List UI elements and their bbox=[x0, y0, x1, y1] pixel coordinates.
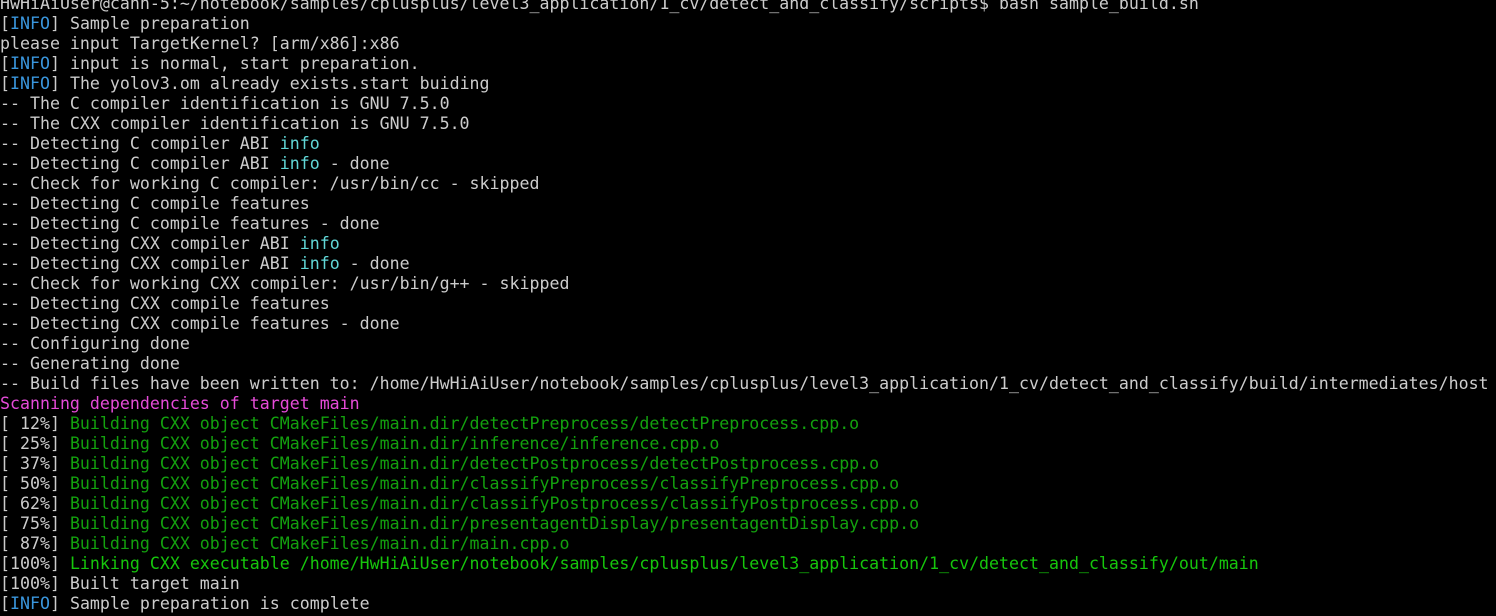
terminal-line: -- Generating done bbox=[0, 354, 1496, 374]
terminal-text-segment: -- The C compiler identification is GNU … bbox=[0, 94, 450, 113]
terminal-line: [ 37%] Building CXX object CMakeFiles/ma… bbox=[0, 454, 1496, 474]
terminal-line: HwHiAiUser@cann-5:~/notebook/samples/cpl… bbox=[0, 0, 1496, 14]
terminal-text-segment: [ 25%] bbox=[0, 434, 70, 453]
terminal-text-segment: -- Detecting CXX compile features bbox=[0, 294, 330, 313]
terminal-text-segment: info bbox=[279, 134, 320, 153]
terminal-text-segment: [ bbox=[0, 594, 10, 613]
terminal-text-segment: -- Detecting C compile features - done bbox=[0, 214, 380, 233]
terminal-text-segment: INFO bbox=[10, 594, 50, 613]
terminal-text-segment: info bbox=[299, 254, 340, 273]
terminal-text-segment: Building CXX object CMakeFiles/main.dir/… bbox=[69, 514, 920, 533]
terminal-window[interactable]: HwHiAiUser@cann-5:~/notebook/samples/cpl… bbox=[0, 0, 1496, 616]
terminal-line: -- The CXX compiler identification is GN… bbox=[0, 114, 1496, 134]
terminal-text-segment: info bbox=[299, 234, 340, 253]
terminal-line: -- Detecting CXX compile features - done bbox=[0, 314, 1496, 334]
terminal-text-segment: ] Sample preparation bbox=[49, 14, 250, 33]
terminal-line: [INFO] Sample preparation is complete bbox=[0, 594, 1496, 614]
terminal-line: -- Detecting CXX compiler ABI info - don… bbox=[0, 254, 1496, 274]
terminal-line: [INFO] Sample preparation bbox=[0, 14, 1496, 34]
terminal-line: [INFO] input is normal, start preparatio… bbox=[0, 54, 1496, 74]
terminal-text-segment: [ bbox=[0, 14, 10, 33]
terminal-text-segment: [ 75%] bbox=[0, 514, 70, 533]
terminal-line: -- Detecting C compiler ABI info bbox=[0, 134, 1496, 154]
terminal-text-segment: - done bbox=[339, 254, 410, 273]
terminal-line: [ 87%] Building CXX object CMakeFiles/ma… bbox=[0, 534, 1496, 554]
terminal-text-segment: INFO bbox=[10, 14, 50, 33]
terminal-text-segment: Scanning dependencies of target main bbox=[0, 394, 360, 413]
terminal-text-segment: Linking CXX executable /home/HwHiAiUser/… bbox=[69, 554, 1259, 573]
terminal-text-segment: info bbox=[279, 154, 320, 173]
terminal-text-segment: Building CXX object CMakeFiles/main.dir/… bbox=[69, 434, 720, 453]
terminal-text-segment: Building CXX object CMakeFiles/main.dir/… bbox=[69, 474, 900, 493]
terminal-line: -- Detecting C compiler ABI info - done bbox=[0, 154, 1496, 174]
terminal-line: [ 75%] Building CXX object CMakeFiles/ma… bbox=[0, 514, 1496, 534]
terminal-text-segment: -- Check for working CXX compiler: /usr/… bbox=[0, 274, 570, 293]
terminal-text-segment: [ bbox=[0, 74, 10, 93]
terminal-text-segment: Building CXX object CMakeFiles/main.dir/… bbox=[69, 454, 880, 473]
terminal-line: -- Check for working C compiler: /usr/bi… bbox=[0, 174, 1496, 194]
terminal-text-segment: - done bbox=[319, 154, 390, 173]
terminal-line: [ 25%] Building CXX object CMakeFiles/ma… bbox=[0, 434, 1496, 454]
terminal-text-segment: -- Detecting CXX compiler ABI bbox=[0, 234, 300, 253]
terminal-line: [INFO] The yolov3.om already exists.star… bbox=[0, 74, 1496, 94]
terminal-text-segment: -- The CXX compiler identification is GN… bbox=[0, 114, 470, 133]
terminal-text-segment: INFO bbox=[10, 74, 50, 93]
terminal-line: -- Detecting C compile features - done bbox=[0, 214, 1496, 234]
terminal-line: Scanning dependencies of target main bbox=[0, 394, 1496, 414]
terminal-line: -- The C compiler identification is GNU … bbox=[0, 94, 1496, 114]
terminal-text-segment: -- Configuring done bbox=[0, 334, 190, 353]
terminal-text-segment: Building CXX object CMakeFiles/main.dir/… bbox=[69, 494, 920, 513]
terminal-line: [100%] Built target main bbox=[0, 574, 1496, 594]
terminal-line: [ 62%] Building CXX object CMakeFiles/ma… bbox=[0, 494, 1496, 514]
terminal-text-segment: -- Build files have been written to: /ho… bbox=[0, 374, 1489, 393]
terminal-text-segment: -- Check for working C compiler: /usr/bi… bbox=[0, 174, 540, 193]
terminal-text-segment: -- Detecting C compile features bbox=[0, 194, 310, 213]
terminal-line: -- Detecting CXX compile features bbox=[0, 294, 1496, 314]
terminal-line: -- Build files have been written to: /ho… bbox=[0, 374, 1496, 394]
terminal-text-segment: -- Generating done bbox=[0, 354, 180, 373]
terminal-text-segment: ] input is normal, start preparation. bbox=[49, 54, 420, 73]
terminal-text-segment: -- Detecting CXX compiler ABI bbox=[0, 254, 300, 273]
terminal-line: [ 12%] Building CXX object CMakeFiles/ma… bbox=[0, 414, 1496, 434]
terminal-text-segment: Building CXX object CMakeFiles/main.dir/… bbox=[69, 534, 570, 553]
terminal-text-segment: Building CXX object CMakeFiles/main.dir/… bbox=[69, 414, 860, 433]
terminal-text-segment: -- Detecting CXX compile features - done bbox=[0, 314, 400, 333]
terminal-line: [100%] Linking CXX executable /home/HwHi… bbox=[0, 554, 1496, 574]
terminal-text-segment: please input TargetKernel? [arm/x86]:x86 bbox=[0, 34, 400, 53]
terminal-text-segment: [ 50%] bbox=[0, 474, 70, 493]
terminal-text-segment: [ 87%] bbox=[0, 534, 70, 553]
terminal-text-segment: [ 12%] bbox=[0, 414, 70, 433]
terminal-line: -- Detecting C compile features bbox=[0, 194, 1496, 214]
terminal-text-segment: [100%] bbox=[0, 554, 70, 573]
terminal-line: please input TargetKernel? [arm/x86]:x86 bbox=[0, 34, 1496, 54]
terminal-text-segment: [ bbox=[0, 54, 10, 73]
terminal-line: -- Configuring done bbox=[0, 334, 1496, 354]
terminal-line: -- Detecting CXX compiler ABI info bbox=[0, 234, 1496, 254]
terminal-text-segment: -- Detecting C compiler ABI bbox=[0, 134, 280, 153]
terminal-line: -- Check for working CXX compiler: /usr/… bbox=[0, 274, 1496, 294]
terminal-text-segment: [ 62%] bbox=[0, 494, 70, 513]
terminal-text-segment: -- Detecting C compiler ABI bbox=[0, 154, 280, 173]
terminal-text-segment: [ 37%] bbox=[0, 454, 70, 473]
terminal-line: [ 50%] Building CXX object CMakeFiles/ma… bbox=[0, 474, 1496, 494]
terminal-text-segment: ] Sample preparation is complete bbox=[49, 594, 370, 613]
terminal-text-segment: INFO bbox=[10, 54, 50, 73]
terminal-text-segment: HwHiAiUser@cann-5:~/notebook/samples/cpl… bbox=[0, 0, 1199, 13]
terminal-text-segment: ] The yolov3.om already exists.start bui… bbox=[49, 74, 490, 93]
terminal-text-segment: [100%] Built target main bbox=[0, 574, 240, 593]
